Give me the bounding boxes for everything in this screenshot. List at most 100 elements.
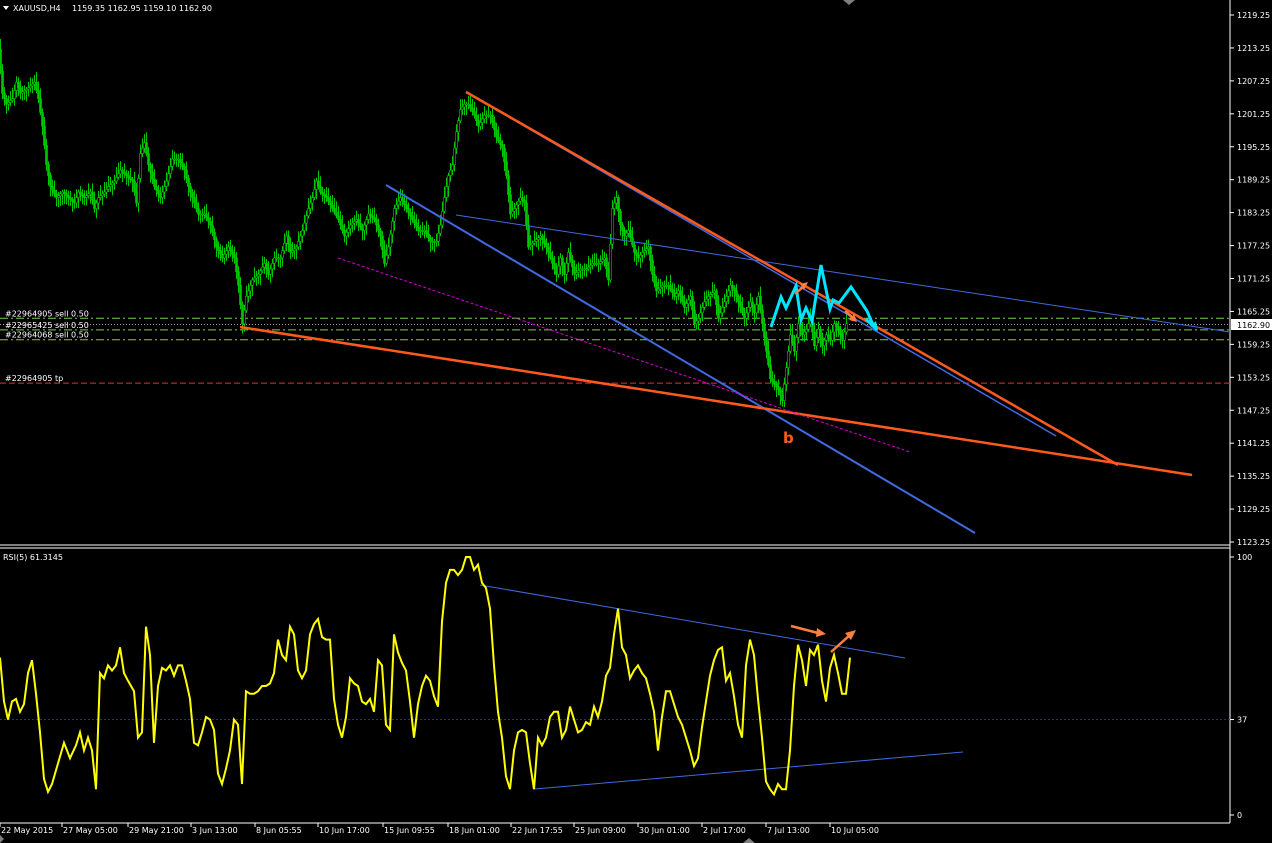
- candle-body: [493, 122, 496, 131]
- candle-body: [245, 296, 248, 311]
- candle-body: [815, 337, 818, 347]
- time-tick-label: 8 Jun 05:55: [256, 826, 302, 835]
- candle-body: [455, 131, 458, 149]
- candle-body: [701, 307, 704, 314]
- price-tick-label: 1207.25: [1237, 77, 1270, 86]
- trading-chart[interactable]: XAUUSD,H4 1159.35 1162.95 1159.10 1162.9…: [0, 0, 1272, 843]
- orange-support-line[interactable]: [239, 325, 1193, 477]
- candle-body: [209, 221, 212, 226]
- candle-body: [79, 191, 82, 195]
- candle-body: [457, 120, 460, 132]
- candle-body: [625, 232, 628, 237]
- candle-body: [161, 191, 164, 198]
- candle-body: [755, 304, 758, 314]
- price-tick-label: 1135.25: [1237, 472, 1270, 481]
- lower-channel-line[interactable]: [385, 184, 976, 534]
- candle-body: [439, 224, 442, 234]
- price-tick-label: 1195.25: [1237, 143, 1270, 152]
- rsi-tick-label: 37: [1237, 716, 1247, 725]
- candle-body: [119, 169, 122, 175]
- candle-body: [171, 158, 174, 167]
- candle-body: [139, 153, 142, 179]
- price-trendlines[interactable]: b: [239, 90, 1231, 534]
- candle-body: [207, 217, 210, 222]
- candle-body: [707, 296, 710, 300]
- candle-body: [11, 98, 14, 101]
- candle-body: [53, 189, 56, 195]
- candle-body: [0, 49, 2, 72]
- time-tick-label: 30 Jun 01:00: [639, 826, 690, 835]
- candle-body: [471, 107, 474, 112]
- candle-body: [211, 224, 214, 233]
- candle-body: [733, 287, 736, 292]
- candle-body: [47, 164, 50, 176]
- candle-body: [475, 114, 478, 121]
- candle-body: [313, 188, 316, 198]
- candle-body: [191, 191, 194, 198]
- candle-body: [39, 98, 42, 113]
- candle-body: [835, 323, 838, 327]
- candle-body: [619, 210, 622, 226]
- candle-body: [297, 241, 300, 248]
- time-tick-label: 2 Jul 17:00: [703, 826, 746, 835]
- candle-body: [525, 202, 528, 226]
- candle-body: [117, 173, 120, 178]
- candle-body: [437, 232, 440, 242]
- candle-body: [155, 186, 158, 191]
- candle-body: [337, 215, 340, 220]
- candle-body: [49, 175, 52, 187]
- orange-resistance-line[interactable]: [465, 90, 1119, 467]
- candle-body: [65, 193, 68, 196]
- candle-body: [681, 296, 684, 303]
- candle-body: [635, 252, 638, 256]
- candle-body: [239, 285, 242, 305]
- time-tick-label: 18 Jun 01:00: [449, 826, 500, 835]
- candle-body: [843, 331, 846, 341]
- candle-body: [81, 193, 84, 196]
- candle-body: [229, 246, 232, 251]
- candle-body: [357, 219, 360, 224]
- candle-body: [557, 265, 560, 275]
- candle-body: [269, 268, 272, 275]
- candle-body: [219, 250, 222, 255]
- candle-body: [721, 307, 724, 314]
- candle-body: [703, 301, 706, 308]
- candle-body: [395, 204, 398, 209]
- candle-body: [133, 180, 136, 193]
- candle-body: [507, 175, 510, 196]
- dropdown-triangle-icon[interactable]: [3, 6, 9, 10]
- candle-body: [305, 215, 308, 224]
- rsi-upper-trendline[interactable]: [479, 584, 906, 659]
- shift-marker-icon[interactable]: [843, 0, 855, 5]
- candle-body: [235, 257, 238, 272]
- candle-body: [347, 228, 350, 233]
- time-axis: 22 May 2015 27 May 05:00 29 May 21:00 3 Jun…: [0, 823, 879, 835]
- candle-body: [763, 323, 766, 338]
- candle-body: [183, 166, 186, 171]
- rsi-orange-arrow-icon: [790, 624, 819, 635]
- candle-body: [331, 204, 334, 209]
- rsi-line[interactable]: [0, 556, 851, 797]
- candle-body: [97, 197, 100, 204]
- candle-body: [111, 182, 114, 186]
- ohlc-values: 1159.35 1162.95 1159.10 1162.90: [72, 4, 212, 13]
- candle-body: [695, 320, 698, 325]
- candle-body: [145, 142, 148, 154]
- candle-body: [381, 235, 384, 250]
- candle-body: [197, 208, 200, 215]
- candle-body: [359, 222, 362, 228]
- candle-body: [179, 158, 182, 164]
- candle-body: [649, 246, 652, 261]
- candle-body: [7, 102, 10, 105]
- candle-body: [845, 323, 848, 333]
- rsi-lower-trendline[interactable]: [534, 751, 964, 790]
- candle-body: [363, 224, 366, 231]
- candle-body: [495, 129, 498, 138]
- candle-body: [669, 285, 672, 290]
- candle-body: [549, 252, 552, 259]
- scroll-left-icon[interactable]: [0, 835, 4, 843]
- candle-body: [803, 331, 806, 336]
- candle-body: [167, 173, 170, 182]
- rsi-trendlines[interactable]: [479, 584, 964, 790]
- candle-body: [719, 312, 722, 319]
